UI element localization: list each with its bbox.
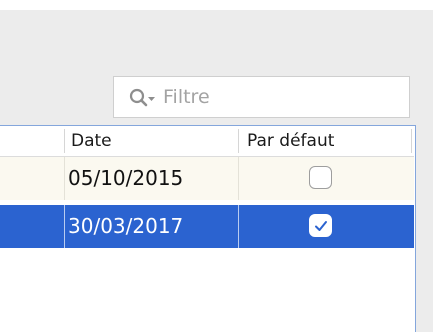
- panel-background: Date Par défaut 05/10/2015 30/03/2017: [0, 0, 433, 332]
- cell-divider: [64, 157, 65, 200]
- checkmark-icon: [315, 221, 327, 231]
- table-empty-area: [0, 248, 414, 332]
- top-strip: [0, 0, 433, 10]
- date-cell: 30/03/2017: [68, 214, 184, 238]
- column-header-date[interactable]: Date: [71, 131, 112, 151]
- cell-divider: [238, 205, 239, 248]
- date-cell: 05/10/2015: [68, 166, 184, 190]
- table-row[interactable]: 05/10/2015: [0, 157, 414, 200]
- table-row-selected[interactable]: 30/03/2017: [0, 205, 414, 248]
- search-input[interactable]: [163, 81, 403, 113]
- column-header-default[interactable]: Par défaut: [247, 131, 334, 151]
- versions-table[interactable]: Date Par défaut 05/10/2015 30/03/2017: [0, 125, 416, 332]
- cell-divider: [238, 157, 239, 200]
- column-divider[interactable]: [64, 129, 65, 153]
- table-header: Date Par défaut: [0, 126, 414, 157]
- search-dropdown-icon[interactable]: [129, 87, 159, 109]
- default-checkbox[interactable]: [309, 166, 332, 189]
- column-divider[interactable]: [238, 129, 239, 153]
- search-field[interactable]: [113, 76, 410, 118]
- cell-divider: [64, 205, 65, 248]
- column-divider[interactable]: [411, 129, 412, 153]
- default-checkbox-checked[interactable]: [309, 214, 332, 237]
